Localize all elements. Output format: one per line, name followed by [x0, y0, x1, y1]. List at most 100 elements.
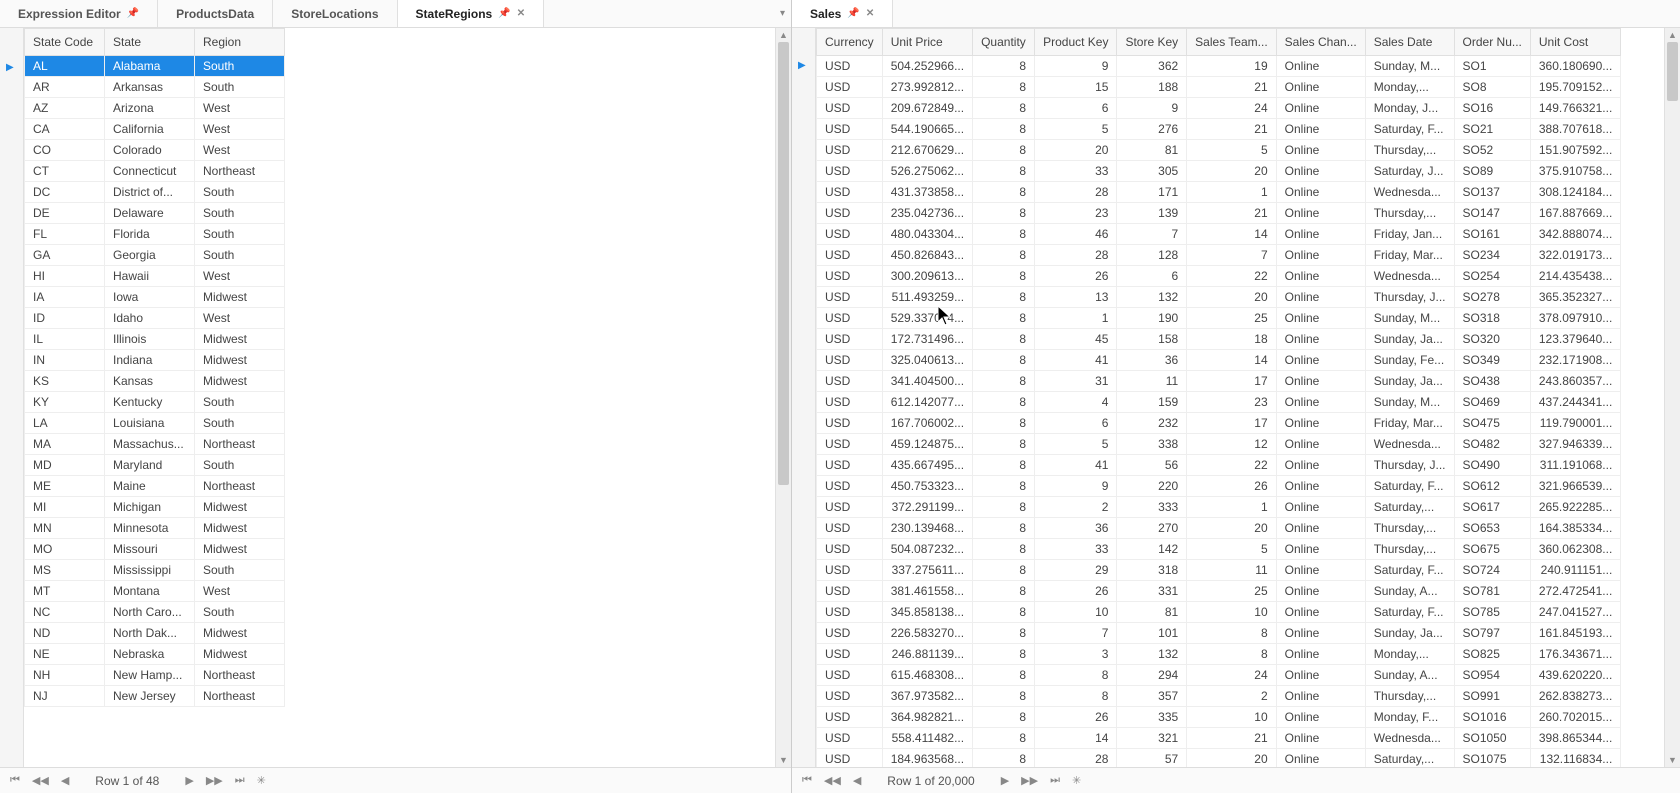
table-cell[interactable]: 14: [1187, 224, 1276, 245]
table-cell[interactable]: South: [195, 56, 285, 77]
table-cell[interactable]: 8: [973, 623, 1035, 644]
table-cell[interactable]: Online: [1276, 581, 1365, 602]
table-cell[interactable]: Sunday, M...: [1365, 392, 1454, 413]
table-cell[interactable]: 29: [1035, 560, 1117, 581]
table-cell[interactable]: 372.291199...: [882, 497, 972, 518]
table-cell[interactable]: 9: [1035, 56, 1117, 77]
table-cell[interactable]: 8: [973, 119, 1035, 140]
table-row[interactable]: USD246.881139...831328OnlineMonday,...SO…: [817, 644, 1621, 665]
table-cell[interactable]: 81: [1117, 602, 1187, 623]
table-cell[interactable]: 226.583270...: [882, 623, 972, 644]
table-cell[interactable]: Massachus...: [105, 434, 195, 455]
table-row[interactable]: USD345.858138...8108110OnlineSaturday, F…: [817, 602, 1621, 623]
table-row[interactable]: USD381.461558...82633125OnlineSunday, A.…: [817, 581, 1621, 602]
table-cell[interactable]: 164.385334...: [1530, 518, 1620, 539]
tab-expression-editor[interactable]: Expression Editor📌: [0, 0, 158, 27]
nav-first-icon[interactable]: ⏮: [800, 774, 814, 787]
table-cell[interactable]: Online: [1276, 644, 1365, 665]
table-cell[interactable]: 19: [1187, 56, 1276, 77]
table-cell[interactable]: 5: [1035, 434, 1117, 455]
table-cell[interactable]: Wednesda...: [1365, 434, 1454, 455]
table-cell[interactable]: 8: [973, 140, 1035, 161]
table-cell[interactable]: 321.966539...: [1530, 476, 1620, 497]
table-cell[interactable]: 214.435438...: [1530, 266, 1620, 287]
table-cell[interactable]: 243.860357...: [1530, 371, 1620, 392]
table-cell[interactable]: 28: [1035, 245, 1117, 266]
table-cell[interactable]: 139: [1117, 203, 1187, 224]
table-cell[interactable]: 360.180690...: [1530, 56, 1620, 77]
table-cell[interactable]: 439.620220...: [1530, 665, 1620, 686]
table-cell[interactable]: 101: [1117, 623, 1187, 644]
table-row[interactable]: USD435.667495...8415622OnlineThursday, J…: [817, 455, 1621, 476]
table-cell[interactable]: 511.493259...: [882, 287, 972, 308]
table-row[interactable]: DEDelawareSouth: [25, 203, 285, 224]
table-cell[interactable]: 20: [1035, 140, 1117, 161]
table-cell[interactable]: 480.043304...: [882, 224, 972, 245]
table-cell[interactable]: USD: [817, 392, 883, 413]
table-cell[interactable]: USD: [817, 560, 883, 581]
tab-sales[interactable]: Sales📌✕: [792, 0, 893, 27]
table-cell[interactable]: 26: [1187, 476, 1276, 497]
table-cell[interactable]: 23: [1187, 392, 1276, 413]
table-cell[interactable]: SO147: [1454, 203, 1530, 224]
table-cell[interactable]: 504.252966...: [882, 56, 972, 77]
close-icon[interactable]: ✕: [517, 8, 525, 19]
table-cell[interactable]: 188: [1117, 77, 1187, 98]
table-cell[interactable]: 11: [1117, 371, 1187, 392]
table-cell[interactable]: KY: [25, 392, 105, 413]
table-cell[interactable]: Thursday,...: [1365, 686, 1454, 707]
table-cell[interactable]: SO469: [1454, 392, 1530, 413]
table-cell[interactable]: Saturday,...: [1365, 497, 1454, 518]
table-cell[interactable]: SO21: [1454, 119, 1530, 140]
table-cell[interactable]: 273.992812...: [882, 77, 972, 98]
table-cell[interactable]: South: [195, 245, 285, 266]
table-row[interactable]: USD511.493259...81313220OnlineThursday, …: [817, 287, 1621, 308]
table-cell[interactable]: USD: [817, 623, 883, 644]
table-cell[interactable]: 8: [973, 245, 1035, 266]
table-cell[interactable]: 142: [1117, 539, 1187, 560]
table-cell[interactable]: SO781: [1454, 581, 1530, 602]
table-cell[interactable]: Sunday, Ja...: [1365, 623, 1454, 644]
nav-prev-icon[interactable]: ◀: [59, 774, 71, 787]
table-cell[interactable]: USD: [817, 56, 883, 77]
table-cell[interactable]: 11: [1187, 560, 1276, 581]
table-cell[interactable]: 132: [1117, 644, 1187, 665]
table-cell[interactable]: 161.845193...: [1530, 623, 1620, 644]
table-cell[interactable]: USD: [817, 434, 883, 455]
table-cell[interactable]: Georgia: [105, 245, 195, 266]
table-cell[interactable]: USD: [817, 686, 883, 707]
table-cell[interactable]: 272.472541...: [1530, 581, 1620, 602]
table-cell[interactable]: 8: [1187, 623, 1276, 644]
table-cell[interactable]: Mississippi: [105, 560, 195, 581]
table-cell[interactable]: NC: [25, 602, 105, 623]
table-cell[interactable]: Online: [1276, 287, 1365, 308]
table-cell[interactable]: Colorado: [105, 140, 195, 161]
table-cell[interactable]: 6: [1117, 266, 1187, 287]
table-row[interactable]: USD526.275062...83330520OnlineSaturday, …: [817, 161, 1621, 182]
table-cell[interactable]: 431.373858...: [882, 182, 972, 203]
table-cell[interactable]: Northeast: [195, 161, 285, 182]
table-cell[interactable]: 56: [1117, 455, 1187, 476]
table-row[interactable]: USD325.040613...8413614OnlineSunday, Fe.…: [817, 350, 1621, 371]
table-cell[interactable]: 209.672849...: [882, 98, 972, 119]
table-cell[interactable]: Online: [1276, 455, 1365, 476]
table-row[interactable]: MOMissouriMidwest: [25, 539, 285, 560]
table-cell[interactable]: 331: [1117, 581, 1187, 602]
table-cell[interactable]: Midwest: [195, 371, 285, 392]
nav-last-icon[interactable]: ⏭: [233, 774, 247, 787]
table-cell[interactable]: 8: [973, 497, 1035, 518]
nav-prev-icon[interactable]: ◀: [851, 774, 863, 787]
table-cell[interactable]: District of...: [105, 182, 195, 203]
table-cell[interactable]: 8: [973, 560, 1035, 581]
table-cell[interactable]: Midwest: [195, 497, 285, 518]
table-row[interactable]: LALouisianaSouth: [25, 413, 285, 434]
table-cell[interactable]: 5: [1187, 140, 1276, 161]
nav-next-icon[interactable]: ▶: [183, 774, 195, 787]
table-cell[interactable]: SO675: [1454, 539, 1530, 560]
table-cell[interactable]: 270: [1117, 518, 1187, 539]
table-cell[interactable]: Friday, Mar...: [1365, 245, 1454, 266]
table-cell[interactable]: 26: [1035, 707, 1117, 728]
table-cell[interactable]: Hawaii: [105, 266, 195, 287]
table-cell[interactable]: Northeast: [195, 434, 285, 455]
table-cell[interactable]: Online: [1276, 329, 1365, 350]
